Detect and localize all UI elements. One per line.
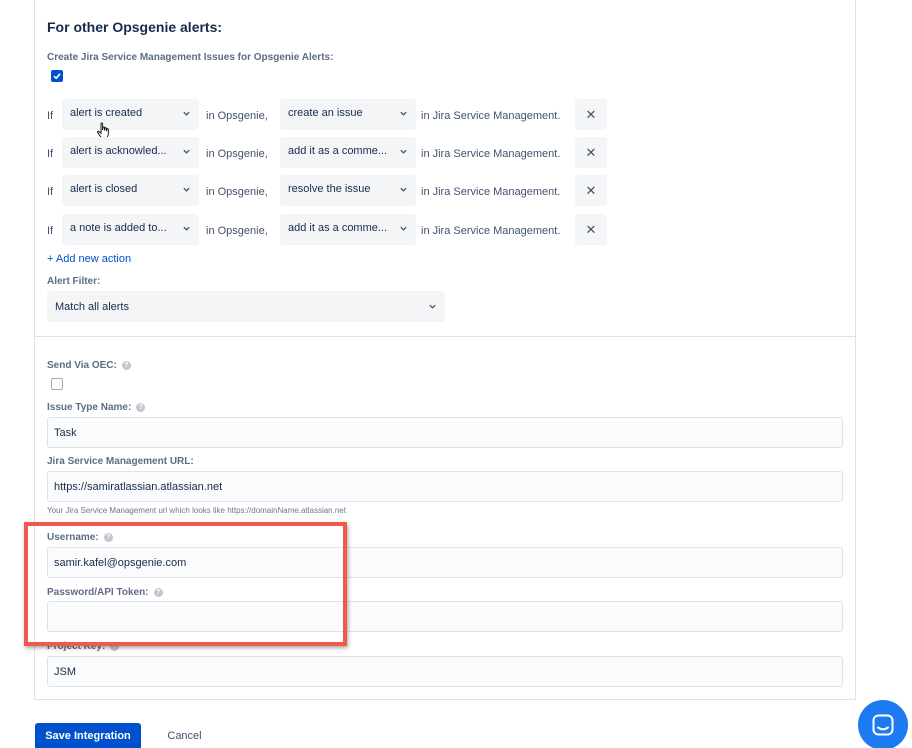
trigger-select[interactable]: alert is closed bbox=[62, 175, 199, 206]
issue-type-label: Issue Type Name: ? bbox=[47, 402, 146, 413]
rule-if-label: If bbox=[47, 186, 54, 198]
create-issues-label: Create Jira Service Management Issues fo… bbox=[47, 52, 334, 63]
rule-mid-label: in Opsgenie, bbox=[206, 110, 268, 122]
rule-if-label: If bbox=[47, 148, 54, 160]
send-via-oec-label: Send Via OEC: ? bbox=[47, 360, 131, 371]
action-select[interactable]: add it as a comme... bbox=[280, 137, 416, 168]
issue-type-field[interactable]: Task bbox=[47, 417, 843, 448]
rule-if-label: If bbox=[47, 110, 54, 122]
checkmark-icon bbox=[53, 73, 61, 80]
chevron-down-icon bbox=[183, 187, 190, 192]
rule-row: If alert is acknowled... in Opsgenie, ad… bbox=[47, 137, 607, 169]
chat-icon bbox=[872, 714, 894, 736]
save-integration-button[interactable]: Save Integration bbox=[35, 723, 141, 748]
trigger-select[interactable]: alert is created bbox=[62, 99, 199, 130]
rule-mid-label: in Opsgenie, bbox=[206, 225, 268, 237]
chevron-down-icon bbox=[183, 226, 190, 231]
project-key-field[interactable]: JSM bbox=[47, 656, 843, 687]
rule-tail-label: in Jira Service Management. bbox=[421, 110, 561, 122]
section-title: For other Opsgenie alerts: bbox=[47, 19, 223, 35]
add-new-action-link[interactable]: + Add new action bbox=[47, 253, 131, 265]
trigger-select[interactable]: a note is added to... bbox=[62, 214, 199, 245]
send-via-oec-checkbox[interactable] bbox=[51, 378, 63, 390]
remove-rule-button[interactable]: ✕ bbox=[575, 175, 607, 206]
chevron-down-icon bbox=[400, 226, 407, 231]
create-issues-checkbox[interactable] bbox=[51, 70, 63, 82]
chevron-down-icon bbox=[400, 187, 407, 192]
cancel-button[interactable]: Cancel bbox=[157, 723, 212, 748]
rule-tail-label: in Jira Service Management. bbox=[421, 148, 561, 160]
rule-row: If alert is closed in Opsgenie, resolve … bbox=[47, 175, 607, 207]
rule-row: If alert is created in Opsgenie, create … bbox=[47, 99, 607, 139]
alert-filter-select[interactable]: Match all alerts bbox=[47, 291, 445, 322]
chevron-down-icon bbox=[183, 149, 190, 154]
rule-tail-label: in Jira Service Management. bbox=[421, 225, 561, 237]
close-icon: ✕ bbox=[585, 106, 597, 122]
rule-row: If a note is added to... in Opsgenie, ad… bbox=[47, 214, 607, 246]
chat-launcher-button[interactable] bbox=[858, 700, 908, 748]
trigger-select[interactable]: alert is acknowled... bbox=[62, 137, 199, 168]
remove-rule-button[interactable]: ✕ bbox=[575, 99, 607, 130]
chevron-down-icon bbox=[429, 304, 436, 309]
rule-mid-label: in Opsgenie, bbox=[206, 148, 268, 160]
annotation-highlight-box bbox=[24, 522, 347, 646]
close-icon: ✕ bbox=[585, 144, 597, 160]
alert-filter-label: Alert Filter: bbox=[47, 276, 101, 287]
jsm-url-hint: Your Jira Service Management url which l… bbox=[47, 506, 346, 515]
remove-rule-button[interactable]: ✕ bbox=[575, 137, 607, 168]
chevron-down-icon bbox=[400, 111, 407, 116]
help-icon[interactable]: ? bbox=[136, 403, 146, 412]
jsm-url-label: Jira Service Management URL: bbox=[47, 456, 194, 467]
action-select[interactable]: resolve the issue bbox=[280, 175, 416, 206]
jsm-url-field[interactable]: https://samiratlassian.atlassian.net bbox=[47, 471, 843, 502]
chevron-down-icon bbox=[183, 111, 190, 116]
action-select[interactable]: add it as a comme... bbox=[280, 214, 416, 245]
rule-mid-label: in Opsgenie, bbox=[206, 186, 268, 198]
chevron-down-icon bbox=[400, 149, 407, 154]
integration-settings-page: For other Opsgenie alerts: Create Jira S… bbox=[0, 0, 912, 748]
close-icon: ✕ bbox=[585, 221, 597, 237]
remove-rule-button[interactable]: ✕ bbox=[575, 214, 607, 245]
help-icon[interactable]: ? bbox=[121, 361, 131, 370]
close-icon: ✕ bbox=[585, 182, 597, 198]
rule-if-label: If bbox=[47, 225, 54, 237]
rule-tail-label: in Jira Service Management. bbox=[421, 186, 561, 198]
action-select[interactable]: create an issue bbox=[280, 99, 416, 130]
